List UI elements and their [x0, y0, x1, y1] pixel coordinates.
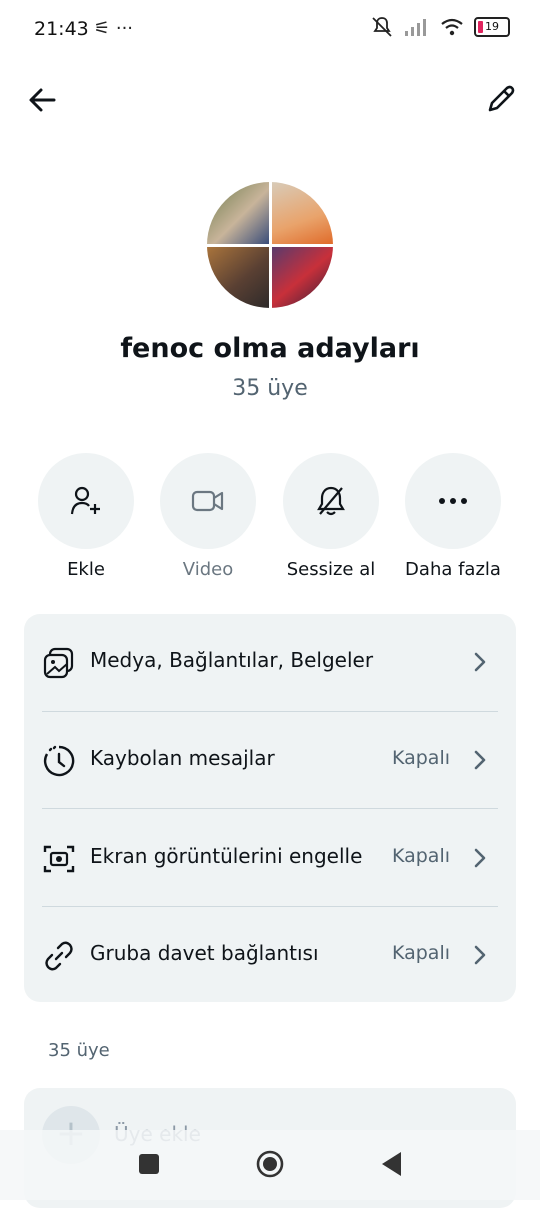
members-header: 35 üye	[48, 1040, 110, 1061]
disappearing-messages-row[interactable]: Kaybolan mesajlar Kapalı	[24, 712, 516, 808]
more-label: Daha fazla	[405, 559, 501, 580]
timer-icon	[43, 745, 75, 777]
recent-apps-icon[interactable]	[139, 1154, 159, 1174]
mute-action[interactable]: Sessize al	[271, 453, 391, 580]
media-icon	[43, 647, 74, 679]
chevron-right-icon	[474, 750, 486, 770]
person-add-icon	[70, 486, 100, 515]
wifi-icon	[441, 18, 463, 36]
status-notification-icons: ⚟ ···	[94, 18, 134, 39]
more-button[interactable]	[405, 453, 501, 549]
row-value: Kapalı	[391, 942, 450, 964]
member-count: 35 üye	[232, 376, 308, 401]
row-value: Kapalı	[391, 845, 450, 867]
row-title: Medya, Bağlantılar, Belgeler	[90, 648, 374, 672]
row-title: Kaybolan mesajlar	[90, 746, 275, 770]
media-links-docs-row[interactable]: Medya, Bağlantılar, Belgeler	[24, 614, 516, 710]
member-photo	[271, 246, 333, 308]
chevron-right-icon	[474, 848, 486, 868]
bell-mute-icon	[317, 486, 345, 516]
member-photo	[207, 246, 269, 308]
video-button[interactable]	[160, 453, 256, 549]
video-action[interactable]: Video	[148, 453, 268, 580]
group-name: fenoc olma adayları	[120, 333, 420, 364]
screenshot-camera-icon	[43, 845, 75, 873]
signal-icon	[405, 19, 426, 36]
group-invite-link-row[interactable]: Gruba davet bağlantısı Kapalı	[24, 907, 516, 1003]
row-value: Kapalı	[391, 747, 450, 769]
divider	[42, 808, 498, 809]
link-icon	[45, 941, 73, 971]
group-avatar[interactable]	[207, 182, 333, 308]
row-title: Ekran görüntülerini engelle	[90, 844, 363, 868]
battery-level: 19	[485, 20, 499, 33]
more-icon	[439, 498, 467, 504]
back-arrow-icon[interactable]	[26, 84, 58, 116]
row-title: Gruba davet bağlantısı	[90, 941, 319, 965]
member-photo	[271, 182, 333, 244]
nav-back-icon[interactable]	[380, 1151, 402, 1177]
top-bar	[0, 70, 540, 130]
chevron-right-icon	[474, 945, 486, 965]
mute-button[interactable]	[283, 453, 379, 549]
battery-icon: 19	[474, 17, 510, 37]
system-navigation-bar	[0, 1130, 540, 1200]
settings-card: Medya, Bağlantılar, Belgeler Kaybolan me…	[24, 614, 516, 1002]
add-member-action[interactable]: Ekle	[26, 453, 146, 580]
video-label: Video	[182, 559, 234, 580]
status-time: 21:43	[34, 18, 89, 40]
edit-pencil-icon[interactable]	[484, 82, 518, 116]
status-bar: 21:43 ⚟ ··· 19	[0, 0, 540, 60]
mute-label: Sessize al	[286, 559, 376, 580]
block-screenshots-row[interactable]: Ekran görüntülerini engelle Kapalı	[24, 810, 516, 906]
silent-mode-icon	[372, 17, 392, 37]
add-member-label: Ekle	[67, 559, 105, 580]
home-icon[interactable]	[256, 1150, 284, 1178]
more-action[interactable]: Daha fazla	[393, 453, 513, 580]
member-photo	[207, 182, 269, 244]
chevron-right-icon	[474, 652, 486, 672]
status-right-icons: 19	[370, 16, 510, 38]
video-icon	[191, 490, 224, 512]
add-member-button[interactable]	[38, 453, 134, 549]
